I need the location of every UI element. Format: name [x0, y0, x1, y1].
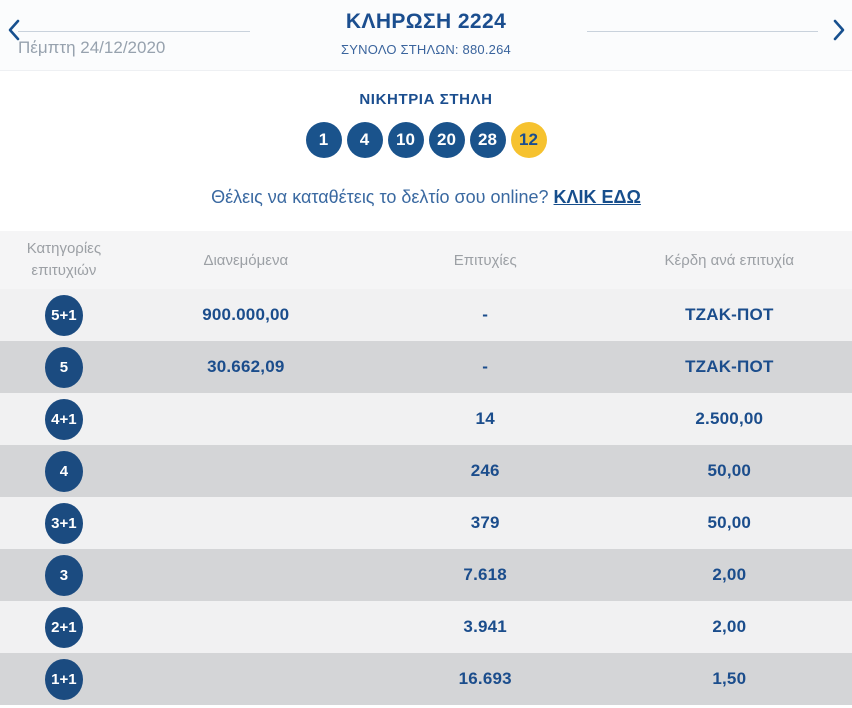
draw-title: ΚΛΗΡΩΣΗ 2224: [345, 10, 507, 33]
winning-column-section: ΝΙΚΗΤΡΙΑ ΣΤΗΛΗ 1 4 10 20 28 12 Θέλεις να…: [0, 71, 852, 208]
prize-value: 2,00: [712, 565, 747, 584]
winners-value: -: [482, 305, 489, 324]
winners-value: 246: [470, 461, 500, 480]
header-divider-left: [18, 31, 250, 32]
prize-value: ΤΖΑΚ-ΠΟΤ: [685, 357, 774, 376]
table-row: 2+1 3.941 2,00: [0, 601, 852, 653]
category-badge: 1+1: [44, 658, 83, 700]
prize-value: 50,00: [707, 513, 752, 532]
online-cta: Θέλεις να καταθέτεις το δελτίο σου onlin…: [0, 187, 852, 208]
draw-total-columns: ΣΥΝΟΛΟ ΣΤΗΛΩΝ: 880.264: [341, 42, 511, 57]
column-header-categories: Κατηγορίες επιτυχιών: [26, 239, 102, 280]
prize-table: Κατηγορίες επιτυχιών Διανεμόμενα Επιτυχί…: [0, 231, 852, 705]
winners-value: 14: [475, 409, 495, 428]
draw-header: Πέμπτη 24/12/2020 ΚΛΗΡΩΣΗ 2224 ΣΥΝΟΛΟ ΣΤ…: [0, 0, 852, 71]
distributed-value: 30.662,09: [207, 357, 285, 376]
chevron-right-icon: [833, 19, 846, 46]
next-draw-button[interactable]: [831, 19, 847, 46]
prize-value: 2.500,00: [695, 409, 764, 428]
winners-value: -: [482, 357, 489, 376]
category-badge: 3+1: [44, 502, 83, 544]
winning-number-ball: 1: [305, 122, 342, 158]
winning-number-ball: 28: [469, 122, 506, 158]
prize-table-body: 5+1 900.000,00 - ΤΖΑΚ-ΠΟΤ 5 30.662,09 - …: [0, 289, 852, 705]
prize-table-header: Κατηγορίες επιτυχιών Διανεμόμενα Επιτυχί…: [0, 231, 852, 289]
winners-value: 379: [470, 513, 500, 532]
winning-numbers: 1 4 10 20 28 12: [0, 122, 852, 158]
column-header-distributed: Διανεμόμενα: [203, 251, 289, 269]
winning-number-ball: 4: [346, 122, 383, 158]
joker-number-ball: 12: [510, 122, 547, 158]
winning-column-heading: ΝΙΚΗΤΡΙΑ ΣΤΗΛΗ: [359, 91, 493, 108]
table-row: 4 246 50,00: [0, 445, 852, 497]
prize-value: 1,50: [712, 669, 747, 688]
prize-value: 50,00: [707, 461, 752, 480]
winners-value: 7.618: [463, 565, 507, 584]
table-row: 3 7.618 2,00: [0, 549, 852, 601]
table-row: 5+1 900.000,00 - ΤΖΑΚ-ΠΟΤ: [0, 289, 852, 341]
winners-value: 3.941: [463, 617, 507, 636]
category-badge: 5+1: [44, 294, 83, 336]
column-header-prize: Κέρδη ανά επιτυχία: [664, 251, 795, 269]
winning-number-ball: 20: [428, 122, 465, 158]
table-row: 1+1 16.693 1,50: [0, 653, 852, 705]
online-cta-text: Θέλεις να καταθέτεις το δελτίο σου onlin…: [211, 187, 549, 207]
prize-value: ΤΖΑΚ-ΠΟΤ: [685, 305, 774, 324]
column-header-winners: Επιτυχίες: [453, 251, 517, 269]
prize-value: 2,00: [712, 617, 747, 636]
draw-header-center: ΚΛΗΡΩΣΗ 2224 ΣΥΝΟΛΟ ΣΤΗΛΩΝ: 880.264: [260, 10, 592, 57]
table-row: 5 30.662,09 - ΤΖΑΚ-ΠΟΤ: [0, 341, 852, 393]
header-divider-right: [587, 31, 818, 32]
draw-date: Πέμπτη 24/12/2020: [18, 38, 166, 57]
table-row: 3+1 379 50,00: [0, 497, 852, 549]
table-row: 4+1 14 2.500,00: [0, 393, 852, 445]
category-badge: 4: [44, 450, 83, 492]
winners-value: 16.693: [458, 669, 512, 688]
winning-number-ball: 10: [387, 122, 424, 158]
category-badge: 3: [44, 554, 83, 596]
category-badge: 2+1: [44, 606, 83, 648]
category-badge: 5: [44, 346, 83, 388]
click-here-link[interactable]: ΚΛΙΚ ΕΔΩ: [554, 187, 641, 207]
distributed-value: 900.000,00: [202, 305, 290, 324]
category-badge: 4+1: [44, 398, 83, 440]
